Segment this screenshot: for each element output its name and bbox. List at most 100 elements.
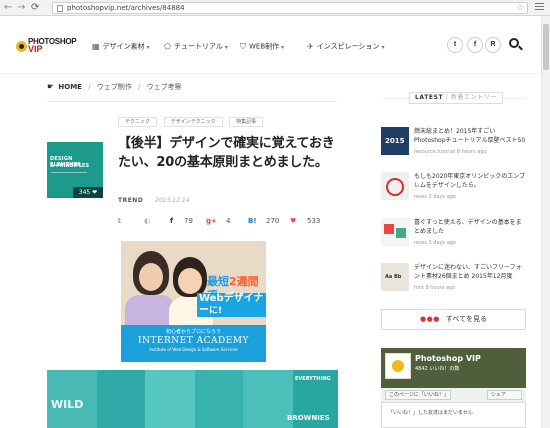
entry-thumbnail: Aa Bb <box>381 263 409 291</box>
entry-thumbnail <box>381 172 409 200</box>
scrollbar-thumb[interactable] <box>543 24 549 70</box>
grid-icon: ▦ <box>92 42 100 51</box>
address-bar[interactable]: photoshopvip.net/archives/84884 ☆ <box>52 2 528 14</box>
entry-thumbnail: 2015 <box>381 127 409 155</box>
fb-profile-picture[interactable] <box>385 353 411 379</box>
entry-source: resource.tutorial 8 hours ago <box>414 149 487 155</box>
sidebar-heading: LATEST / 新着エントリー <box>409 92 504 104</box>
ad-subline: Webデザイナーに! <box>197 293 266 317</box>
breadcrumb-separator: / <box>88 83 91 91</box>
latest-entry[interactable]: 2015 燃末総まとめ！2015年すごいPhotoshopチュートリアル厚壁ベス… <box>381 127 526 165</box>
ad-tagline: 初心者からプロになろう <box>165 329 221 335</box>
thumbnail-text: & PRINCIPLES <box>50 163 90 169</box>
entry-thumbnail <box>381 218 409 246</box>
article-thumbnail: DESIGN ELEMENTS & PRINCIPLES 345 ❤ <box>47 142 103 198</box>
rocket-icon: ✈ <box>307 42 314 51</box>
page-icon <box>57 5 63 12</box>
nav-inspiration[interactable]: ✈ インスピレーション ▾ <box>307 42 384 52</box>
pentagon-icon: ⬠ <box>164 42 171 51</box>
ad-brand: INTERNET ACADEMY <box>138 336 249 346</box>
tag-list: テクニック デザインテクニック 特集記事 <box>118 116 267 127</box>
twitter-icon[interactable]: t <box>447 37 463 53</box>
fb-share-button[interactable]: シェア <box>487 390 522 400</box>
article-meta: TREND 2015.12.14 <box>118 197 190 204</box>
latest-entry[interactable]: もしも2020年東京オリンピックのエンブレムをデザインしたら。 news 3 d… <box>381 172 526 210</box>
pocket-count: 533 <box>307 217 321 225</box>
latest-entry[interactable]: 喜ぐすっと使える、デザインの基本をまとめました news 3 days ago <box>381 218 526 256</box>
site-logo[interactable]: PHOTOSHOP VIP <box>16 38 78 54</box>
tag[interactable]: デザインテクニック <box>163 117 223 127</box>
site-header: PHOTOSHOP VIP ▦ デザイン素材 ▾ ⬠ チュートリアル ▾ ⛉ WEB制作 ▾… <box>0 16 541 74</box>
post-date: 2015.12.14 <box>155 197 190 204</box>
entry-title: デザインに迷わない、すごいフリーフォント素材26個まとめ 2015年12月度 <box>414 264 522 280</box>
hatena-bookmark-icon[interactable]: B! <box>248 215 257 227</box>
tag[interactable]: テクニック <box>118 117 158 127</box>
reload-icon[interactable]: ⟳ <box>31 2 39 14</box>
twitter-share-icon[interactable]: 𝕥 <box>118 215 121 227</box>
gplus-count: 4 <box>226 217 231 225</box>
breadcrumb-item[interactable]: ウェブ制作 <box>97 83 132 91</box>
tag[interactable]: 特集記事 <box>229 117 264 127</box>
entry-title: もしも2020年東京オリンピックのエンブレムをデザインしたら。 <box>414 173 526 189</box>
share-bar: 𝕥 ◐ f 79 g+ 4 B! 270 ♥ 533 <box>118 215 338 229</box>
nav-label: WEB制作 <box>249 42 280 51</box>
ad-footer: 初心者からプロになろう INTERNET ACADEMY Institute o… <box>121 325 266 362</box>
nav-design-materials[interactable]: ▦ デザイン素材 ▾ <box>92 42 150 52</box>
advertisement-banner[interactable]: 最短2週間で Webデザイナーに! 初心者からプロになろう INTERNET A… <box>121 241 266 362</box>
article-title: 【後半】デザインで確実に覚えておきたい、20の基本原則まとめました。 <box>118 136 335 170</box>
nav-label: デザイン素材 <box>102 42 145 51</box>
facebook-page-widget: Photoshop VIP 4842 いいね！の数 このページに「いいね！」 シ… <box>381 348 526 428</box>
hatena-bookmark-count: 270 <box>266 217 280 225</box>
dots-icon: ●●● <box>420 315 440 323</box>
url-text[interactable]: photoshopvip.net/archives/84884 <box>67 4 185 13</box>
pocket-icon[interactable]: ♥ <box>290 215 296 227</box>
nav-label: チュートリアル <box>173 42 223 51</box>
breadcrumb-separator: / <box>138 83 141 91</box>
bookmark-star-icon[interactable]: ☆ <box>516 3 524 13</box>
hatena-share-icon[interactable]: ◐ <box>144 215 150 227</box>
category-label[interactable]: TREND <box>118 197 143 204</box>
browser-toolbar: ← → ⟳ photoshopvip.net/archives/84884 ☆ <box>0 0 550 16</box>
facebook-count: 79 <box>184 217 193 225</box>
banner-text: BROWNIES <box>287 414 330 422</box>
fb-footer-text: 「いいね！」した友達はまだいません <box>388 410 473 416</box>
favorite-count: 345 ❤ <box>73 187 103 198</box>
see-all-button[interactable]: ●●● すべてを見る <box>381 309 526 330</box>
fb-button-bar: このページに「いいね！」 シェア <box>381 388 526 402</box>
back-arrow-icon[interactable]: ← <box>4 2 12 14</box>
entry-title: 喜ぐすっと使える、デザインの基本をまとめました <box>414 219 522 235</box>
browser-menu-icon[interactable] <box>535 3 544 12</box>
logo-text-vip: VIP <box>28 44 43 54</box>
facebook-share-icon[interactable]: f <box>170 215 173 227</box>
nav-web[interactable]: ⛉ WEB制作 ▾ <box>240 42 284 52</box>
forward-arrow-icon[interactable]: → <box>17 2 25 14</box>
fb-like-button[interactable]: このページに「いいね！」 <box>385 390 451 400</box>
ad-brand-sub: Institute of Web Design & Software Servi… <box>149 347 238 352</box>
entry-source: font 8 hours ago <box>414 285 456 291</box>
hand-pointer-icon: ☛ <box>47 82 55 91</box>
nav-tutorial[interactable]: ⬠ チュートリアル ▾ <box>164 42 228 52</box>
breadcrumb-item[interactable]: ウェブ考察 <box>147 83 182 91</box>
banner-text: WILD <box>51 398 84 411</box>
chevron-down-icon: ▾ <box>281 43 285 51</box>
see-all-label: すべてを見る <box>445 315 487 323</box>
logo-mark-icon <box>16 41 27 52</box>
scrollbar[interactable] <box>541 16 550 428</box>
breadcrumb: ☛ HOME / ウェブ制作 / ウェブ考察 <box>47 82 337 102</box>
rss-icon[interactable]: R <box>485 37 501 53</box>
chevron-down-icon: ▾ <box>381 43 385 51</box>
gplus-share-icon[interactable]: g+ <box>206 215 217 227</box>
chevron-down-icon: ▾ <box>146 43 150 51</box>
chevron-down-icon: ▾ <box>224 43 228 51</box>
banner-text: EVERYTHING <box>295 376 331 382</box>
article-hero-image: WILD EVERYTHING BROWNIES <box>47 370 338 428</box>
nav-label: インスピレーション <box>316 42 380 51</box>
search-icon[interactable] <box>509 38 523 51</box>
thumbnail-decoration <box>51 172 87 186</box>
entry-source: news 3 days ago <box>414 194 456 200</box>
facebook-icon[interactable]: f <box>467 37 483 53</box>
fb-page-name[interactable]: Photoshop VIP <box>415 354 481 363</box>
breadcrumb-home[interactable]: HOME <box>58 83 82 91</box>
entry-source: news 3 days ago <box>414 240 456 246</box>
latest-entry[interactable]: Aa Bb デザインに迷わない、すごいフリーフォント素材26個まとめ 2015年… <box>381 263 526 301</box>
